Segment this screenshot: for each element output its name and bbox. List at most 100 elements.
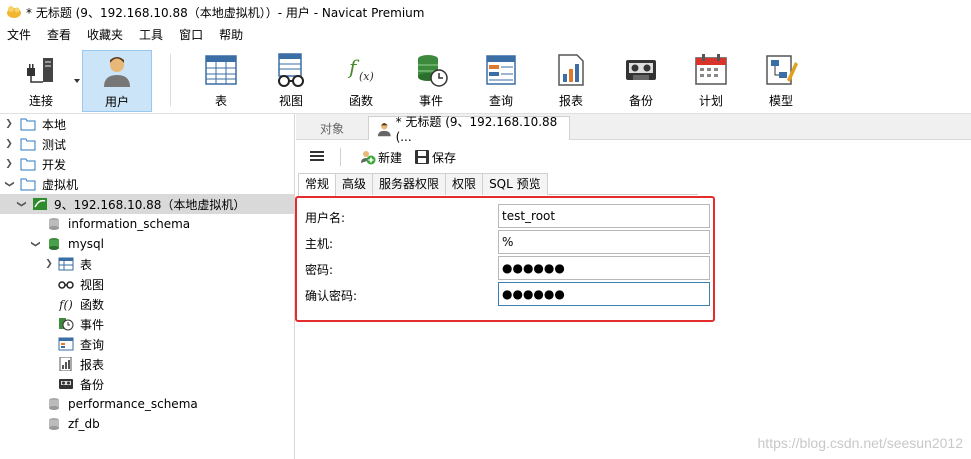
query-icon (486, 55, 516, 85)
chevron-down-icon[interactable]: ❯ (4, 179, 14, 189)
user-editor-tabs: 常规 高级 服务器权限 权限 SQL 预览 (298, 173, 698, 196)
database-icon (49, 238, 59, 250)
menu-view[interactable]: 查看 (40, 24, 80, 46)
function-label: 函数 (348, 94, 373, 108)
save-button[interactable]: 保存 (414, 147, 456, 167)
password-input[interactable] (498, 256, 710, 280)
report-label: 报表 (558, 94, 583, 108)
tree-label: 报表 (80, 357, 105, 372)
menu-hamburger-icon[interactable] (310, 149, 324, 163)
view-button[interactable]: 视图 (270, 50, 312, 112)
tree-group-dev[interactable]: ❯ 开发 (0, 154, 294, 174)
tree-item-queries[interactable]: 查询 (0, 334, 294, 354)
host-row: 主机: (305, 230, 710, 254)
username-row: 用户名: (305, 204, 710, 228)
confirm-password-input[interactable] (498, 282, 710, 306)
menu-file[interactable]: 文件 (0, 24, 40, 46)
tree-item-backups[interactable]: 备份 (0, 374, 294, 394)
tree-label: performance_schema (68, 397, 198, 411)
tree-label: 视图 (80, 277, 105, 292)
connect-dropdown-caret-icon[interactable] (74, 79, 80, 83)
tree-label: 查询 (80, 337, 105, 352)
tree-label: mysql (68, 237, 104, 251)
confirm-password-label: 确认密码: (305, 289, 358, 303)
host-label: 主机: (305, 237, 334, 251)
tree-db-information-schema[interactable]: information_schema (0, 214, 294, 234)
chevron-right-icon[interactable]: ❯ (4, 139, 14, 149)
folder-icon (20, 158, 36, 171)
save-disk-icon (415, 150, 429, 164)
plug-icon (27, 58, 53, 83)
menu-tools[interactable]: 工具 (132, 24, 172, 46)
connect-button[interactable]: 连接 (18, 50, 64, 112)
tree-group-vm[interactable]: ❯ 虚拟机 (0, 174, 294, 194)
tree-db-performance-schema[interactable]: performance_schema (0, 394, 294, 414)
tab-privileges[interactable]: 权限 (445, 173, 484, 195)
tab-server-privileges[interactable]: 服务器权限 (372, 173, 447, 195)
tree-group-test[interactable]: ❯ 测试 (0, 134, 294, 154)
user-icon (104, 57, 130, 87)
tree-label: 函数 (80, 297, 105, 312)
title-bar: * 无标题 (9、192.168.10.88（本地虚拟机））- 用户 - Nav… (0, 0, 971, 24)
report-icon (59, 357, 72, 371)
document-tabs: 对象 * 无标题 (9、192.168.10.88 (... (296, 114, 971, 144)
window-title: * 无标题 (9、192.168.10.88（本地虚拟机））- 用户 - Nav… (26, 5, 425, 20)
svg-text:(x): (x) (359, 70, 374, 83)
menu-bar: 文件 查看 收藏夹 工具 窗口 帮助 (0, 24, 971, 46)
table-button[interactable]: 表 (200, 50, 242, 112)
schedule-button[interactable]: 计划 (690, 50, 732, 112)
menu-favorites[interactable]: 收藏夹 (80, 24, 132, 46)
new-button[interactable]: 新建 (360, 147, 402, 167)
toolbar-divider (170, 54, 171, 106)
calendar-icon (695, 54, 727, 85)
new-label: 新建 (378, 150, 403, 165)
tree-item-tables[interactable]: ❯ 表 (0, 254, 294, 274)
database-icon (49, 418, 59, 430)
tree-item-events[interactable]: 事件 (0, 314, 294, 334)
tree-label: 9、192.168.10.88（本地虚拟机） (54, 197, 246, 212)
password-label: 密码: (305, 263, 334, 277)
query-button[interactable]: 查询 (480, 50, 522, 112)
tree-db-zf-db[interactable]: zf_db (0, 414, 294, 434)
tree-group-local[interactable]: ❯ 本地 (0, 114, 294, 134)
event-button[interactable]: 事件 (410, 50, 452, 112)
tab-objects[interactable]: 对象 (296, 116, 368, 140)
backup-label: 备份 (628, 94, 653, 108)
chevron-down-icon[interactable]: ❯ (16, 199, 26, 209)
tree-connection-vm[interactable]: ❯ 9、192.168.10.88（本地虚拟机） (0, 194, 294, 214)
chevron-down-icon[interactable]: ❯ (30, 239, 40, 249)
tree-item-functions[interactable]: f() 函数 (0, 294, 294, 314)
connection-tree: ❯ 本地 ❯ 测试 ❯ 开发 ❯ 虚拟机 ❯ 9、192.168.10.88（本… (0, 114, 295, 459)
backup-icon (626, 60, 656, 80)
menu-window[interactable]: 窗口 (172, 24, 212, 46)
tree-db-mysql[interactable]: ❯ mysql (0, 234, 294, 254)
action-bar: 新建 保存 (296, 144, 971, 170)
tab-advanced[interactable]: 高级 (335, 173, 374, 195)
navicat-logo-icon (7, 6, 21, 18)
user-button[interactable]: 用户 (82, 50, 152, 112)
host-input[interactable] (498, 230, 710, 254)
database-icon (49, 398, 59, 410)
password-row: 密码: (305, 256, 710, 280)
schedule-label: 计划 (698, 94, 723, 108)
chevron-right-icon[interactable]: ❯ (44, 259, 54, 269)
tab-new-user[interactable]: * 无标题 (9、192.168.10.88 (... (368, 115, 570, 144)
function-button[interactable]: f (x) 函数 (340, 50, 382, 112)
menu-help[interactable]: 帮助 (212, 24, 252, 46)
user-label: 用户 (104, 95, 129, 109)
chevron-right-icon[interactable]: ❯ (4, 119, 14, 129)
tree-label: 测试 (42, 137, 67, 152)
backup-button[interactable]: 备份 (620, 50, 662, 112)
tab-general[interactable]: 常规 (298, 173, 337, 196)
chevron-right-icon[interactable]: ❯ (4, 159, 14, 169)
event-icon (418, 55, 448, 87)
tab-sql-preview[interactable]: SQL 预览 (482, 173, 548, 195)
model-button[interactable]: 模型 (760, 50, 802, 112)
username-input[interactable] (498, 204, 710, 228)
tree-item-views[interactable]: 视图 (0, 274, 294, 294)
report-button[interactable]: 报表 (550, 50, 592, 112)
tree-item-reports[interactable]: 报表 (0, 354, 294, 374)
tab-label: 对象 (319, 121, 344, 136)
event-clock-icon (59, 318, 74, 331)
tab-label: * 无标题 (9、192.168.10.88 (... (395, 115, 558, 144)
